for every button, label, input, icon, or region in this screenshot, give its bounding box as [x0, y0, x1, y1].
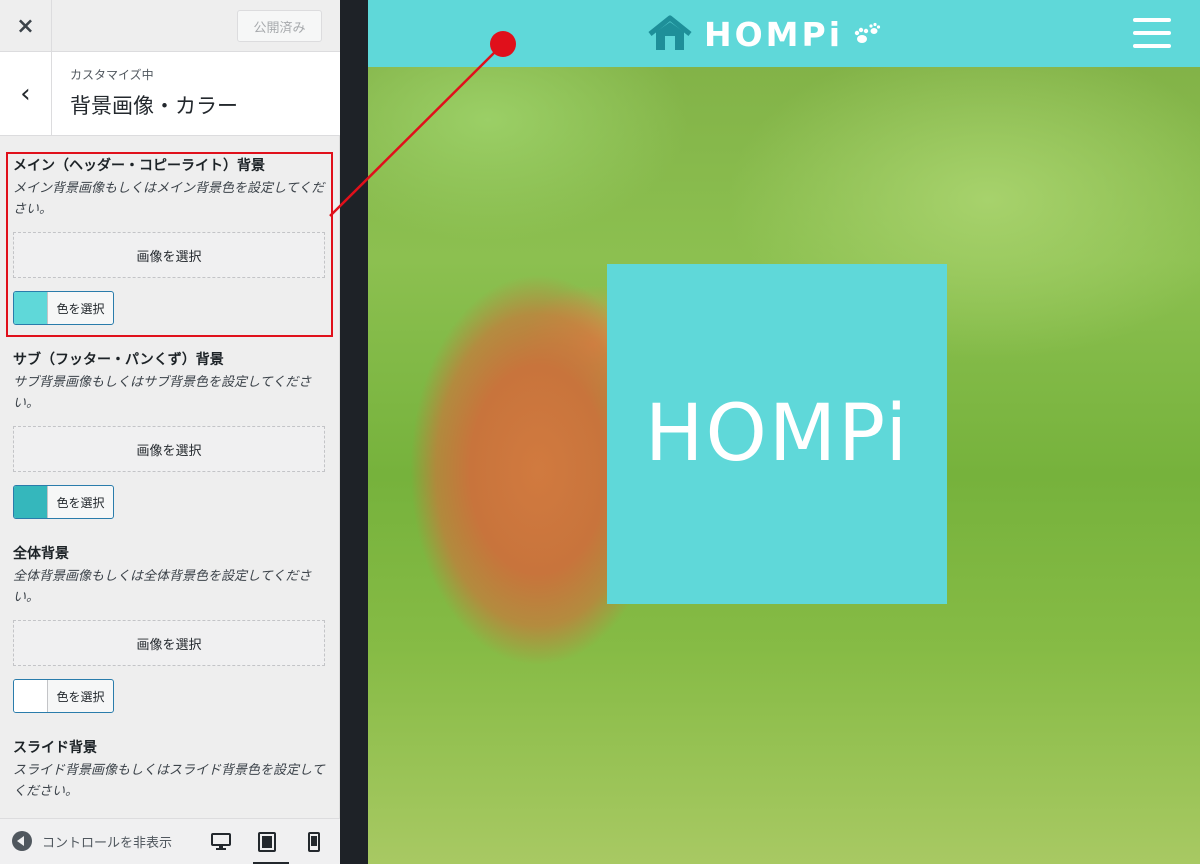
whole-select-color-button[interactable]: 色を選択	[13, 679, 114, 713]
main-background-control: メイン（ヘッダー・コピーライト）背景 メイン背景画像もしくはメイン背景色を設定し…	[13, 156, 325, 220]
control-description: スライド背景画像もしくはスライド背景色を設定してください。	[13, 763, 325, 799]
site-header: HOMPi	[368, 0, 1200, 67]
preview-tablet-button[interactable]	[253, 828, 289, 864]
close-button[interactable]: ×	[0, 0, 52, 52]
customizer-topbar: × 公開済み	[0, 0, 340, 52]
menu-bar	[1133, 31, 1171, 35]
control-description: 全体背景画像もしくは全体背景色を設定してください。	[13, 569, 312, 605]
color-swatch	[14, 680, 48, 712]
color-button-label: 色を選択	[56, 301, 105, 316]
mobile-icon	[308, 832, 320, 852]
back-button[interactable]: ‹	[0, 52, 52, 136]
color-swatch	[14, 292, 48, 324]
control-description: メイン背景画像もしくはメイン背景色を設定してください。	[13, 181, 325, 217]
color-button-label: 色を選択	[56, 689, 105, 704]
customizer-footer: コントロールを非表示	[0, 818, 340, 864]
tablet-icon	[258, 832, 276, 852]
collapse-label: コントロールを非表示	[42, 835, 173, 851]
color-button-label: 色を選択	[56, 495, 105, 510]
close-icon: ×	[16, 13, 35, 39]
control-description: サブ背景画像もしくはサブ背景色を設定してください。	[13, 375, 312, 411]
control-title: 全体背景	[13, 546, 69, 562]
site-preview: HOMPi HOMPi	[368, 0, 1200, 864]
main-select-color-button[interactable]: 色を選択	[13, 291, 114, 325]
customizer-sidebar: × 公開済み ‹ カスタマイズ中 背景画像・カラー メイン（ヘッダー・コピーライ…	[0, 0, 340, 864]
site-logo[interactable]: HOMPi	[646, 14, 881, 54]
paw-icon	[854, 22, 881, 43]
main-select-image-button[interactable]: 画像を選択	[13, 232, 325, 278]
chevron-left-icon: ‹	[20, 79, 31, 109]
color-swatch	[14, 486, 48, 518]
collapse-controls-button[interactable]: コントロールを非表示	[12, 831, 198, 851]
customizing-label: カスタマイズ中	[70, 68, 154, 82]
hero-logo-text: HOMPi	[644, 389, 910, 479]
whole-background-control: 全体背景 全体背景画像もしくは全体背景色を設定してください。	[13, 544, 325, 608]
sub-background-control: サブ（フッター・パンくず）背景 サブ背景画像もしくはサブ背景色を設定してください…	[13, 350, 325, 414]
desktop-icon	[211, 833, 231, 850]
control-title: スライド背景	[13, 740, 97, 756]
control-title: サブ（フッター・パンくず）背景	[13, 352, 224, 368]
menu-bar	[1133, 44, 1171, 48]
preview-desktop-button[interactable]	[207, 828, 235, 856]
hero-logo-box: HOMPi	[607, 264, 947, 604]
menu-bar	[1133, 18, 1171, 22]
collapse-arrow-icon	[12, 831, 32, 851]
sub-select-color-button[interactable]: 色を選択	[13, 485, 114, 519]
published-button[interactable]: 公開済み	[237, 10, 322, 42]
house-icon	[648, 15, 692, 50]
hamburger-menu-button[interactable]	[1133, 18, 1171, 48]
section-header: ‹ カスタマイズ中 背景画像・カラー	[0, 52, 340, 136]
preview-mobile-button[interactable]	[300, 828, 328, 856]
slide-background-control: スライド背景 スライド背景画像もしくはスライド背景色を設定してください。	[13, 738, 325, 802]
sub-select-image-button[interactable]: 画像を選択	[13, 426, 325, 472]
control-title: メイン（ヘッダー・コピーライト）背景	[13, 158, 265, 174]
section-title: 背景画像・カラー	[70, 94, 238, 118]
whole-select-image-button[interactable]: 画像を選択	[13, 620, 325, 666]
site-logo-text: HOMPi	[704, 14, 844, 54]
